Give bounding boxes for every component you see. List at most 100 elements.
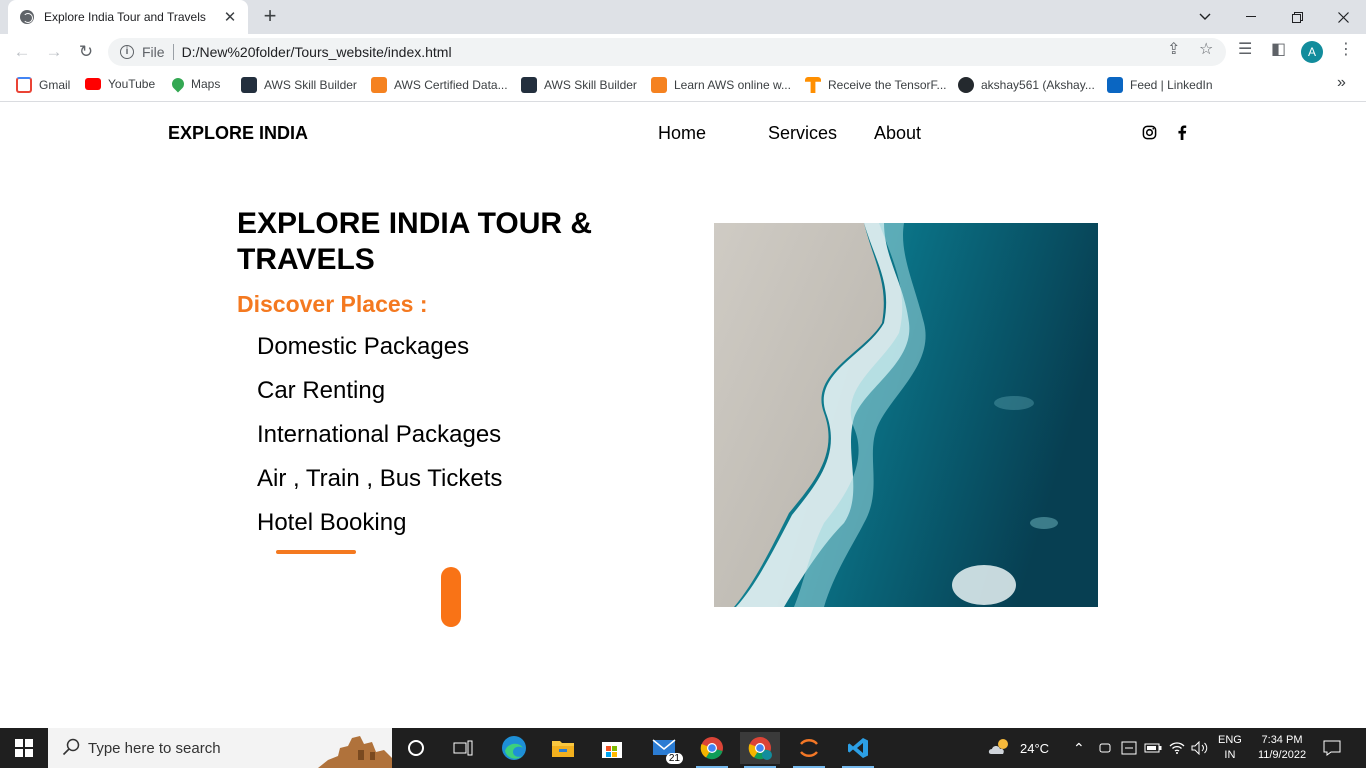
accent-pill	[441, 567, 461, 627]
bookmark-label: Receive the TensorF...	[828, 78, 947, 92]
tab-title: Explore India Tour and Travels	[44, 10, 206, 24]
hero-title: EXPLORE INDIA TOUR & TRAVELS	[237, 207, 593, 276]
clock-time: 7:34 PM	[1261, 734, 1303, 746]
language-indicator[interactable]: ENG IN	[1218, 728, 1242, 768]
profile-avatar[interactable]: A	[1301, 41, 1323, 63]
youtube-icon	[85, 78, 101, 90]
wifi-icon[interactable]	[1169, 728, 1185, 768]
mail-icon[interactable]: 21	[645, 732, 685, 764]
more-bookmarks-icon[interactable]: »	[1337, 74, 1346, 92]
tensorflow-icon	[805, 77, 821, 93]
cortana-icon[interactable]	[396, 732, 436, 764]
address-bar[interactable]: i File D:/New%20folder/Tours_website/ind…	[108, 38, 1226, 66]
menu-icon[interactable]: ⋮	[1338, 39, 1354, 59]
facebook-icon[interactable]	[1177, 125, 1187, 144]
url-divider	[172, 44, 174, 60]
instagram-icon[interactable]	[1142, 125, 1157, 144]
meet-icon[interactable]	[1098, 728, 1112, 768]
region-code: IN	[1224, 749, 1236, 761]
globe-icon	[20, 10, 34, 24]
site-brand[interactable]: EXPLORE INDIA	[168, 123, 308, 144]
weather-cloud-icon	[988, 738, 1012, 759]
weather-widget[interactable]: 24°C	[988, 728, 1049, 768]
jupyter-icon[interactable]	[789, 732, 829, 768]
back-icon[interactable]: ←	[10, 40, 34, 64]
service-domestic-packages[interactable]: Domestic Packages	[257, 333, 469, 361]
search-icon	[62, 738, 80, 760]
bookmark-label: Gmail	[39, 78, 71, 92]
share-icon[interactable]: ⇪	[1167, 39, 1180, 59]
service-car-renting[interactable]: Car Renting	[257, 377, 385, 405]
weather-temp: 24°C	[1020, 740, 1050, 756]
nav-services[interactable]: Services	[768, 123, 837, 144]
taskbar-search-input[interactable]: Type here to search	[48, 728, 392, 768]
bookmark-label: YouTube	[108, 77, 156, 91]
bookmark-aws-skill-builder[interactable]: AWS Skill Builder	[241, 77, 357, 93]
clock-date: 11/9/2022	[1257, 749, 1307, 761]
restore-button[interactable]	[1274, 0, 1320, 34]
edge-icon[interactable]	[494, 732, 534, 764]
reload-icon[interactable]: ↻	[74, 40, 98, 64]
close-window-button[interactable]	[1320, 0, 1366, 34]
volume-icon[interactable]	[1191, 728, 1209, 768]
bookmark-star-icon[interactable]: ☆	[1199, 39, 1213, 59]
maps-icon	[169, 75, 187, 93]
bookmark-maps[interactable]: Maps	[169, 75, 220, 93]
bookmark-aws-certified[interactable]: AWS Certified Data...	[371, 77, 508, 93]
aws-learn-icon	[651, 77, 667, 93]
bookmark-gmail[interactable]: Gmail	[16, 77, 70, 93]
battery-icon[interactable]	[1144, 728, 1162, 768]
bookmark-label: Feed | LinkedIn	[1130, 78, 1213, 92]
bookmark-label: Learn AWS online w...	[674, 78, 791, 92]
service-international-packages[interactable]: International Packages	[257, 421, 501, 449]
windows-taskbar: Type here to search 21 24°C ⌃ ENG IN 7:3…	[0, 728, 1366, 768]
search-highlight-image	[318, 730, 392, 768]
bookmark-aws-skill-builder-2[interactable]: AWS Skill Builder	[521, 77, 637, 93]
aws-cert-icon	[371, 77, 387, 93]
url-scheme: File	[142, 44, 165, 60]
web-page: EXPLORE INDIA Home Services About EXPLOR…	[0, 103, 1366, 728]
site-info-icon[interactable]: i	[120, 45, 134, 59]
side-panel-icon[interactable]: ◧	[1271, 39, 1286, 59]
task-view-icon[interactable]	[443, 732, 483, 764]
bookmark-github[interactable]: akshay561 (Akshay...	[958, 77, 1095, 93]
clock[interactable]: 7:34 PM 11/9/2022	[1256, 728, 1308, 768]
bookmark-label: AWS Skill Builder	[544, 78, 637, 92]
chrome-icon[interactable]	[692, 732, 732, 768]
chrome-profile-icon[interactable]	[740, 732, 780, 768]
nav-home[interactable]: Home	[658, 123, 706, 144]
tab-close-icon[interactable]: ✕	[222, 8, 238, 26]
service-tickets[interactable]: Air , Train , Bus Tickets	[257, 465, 502, 493]
show-hidden-icons-icon[interactable]: ⌃	[1073, 728, 1085, 768]
bookmark-tensorflow[interactable]: Receive the TensorF...	[805, 77, 947, 93]
forward-icon[interactable]: →	[42, 40, 66, 64]
bookmarks-bar: Gmail YouTube Maps AWS Skill Builder AWS…	[0, 70, 1366, 102]
search-placeholder: Type here to search	[88, 739, 221, 757]
browser-toolbar: ← → ↻ i File D:/New%20folder/Tours_websi…	[0, 34, 1366, 70]
tab-search-icon[interactable]	[1182, 0, 1228, 34]
new-tab-button[interactable]: +	[258, 5, 282, 29]
reading-list-icon[interactable]: ☰	[1238, 39, 1252, 59]
bookmark-linkedin[interactable]: Feed | LinkedIn	[1107, 77, 1213, 93]
file-explorer-icon[interactable]	[543, 732, 583, 764]
vscode-icon[interactable]	[838, 732, 878, 768]
bookmark-youtube[interactable]: YouTube	[85, 77, 155, 91]
windows-start-icon[interactable]	[0, 728, 48, 768]
bookmark-learn-aws[interactable]: Learn AWS online w...	[651, 77, 791, 93]
bookmark-label: AWS Skill Builder	[264, 78, 357, 92]
lang-code: ENG	[1218, 734, 1242, 746]
mail-badge: 21	[665, 753, 683, 764]
accent-underline	[276, 550, 356, 554]
url-text[interactable]: D:/New%20folder/Tours_website/index.html	[182, 44, 452, 60]
bookmark-label: akshay561 (Akshay...	[981, 78, 1095, 92]
bookmark-label: AWS Certified Data...	[394, 78, 508, 92]
browser-tab[interactable]: Explore India Tour and Travels ✕	[8, 0, 248, 34]
linkedin-icon	[1107, 77, 1123, 93]
minimize-button[interactable]	[1228, 0, 1274, 34]
nav-about[interactable]: About	[874, 123, 921, 144]
service-hotel-booking[interactable]: Hotel Booking	[257, 509, 406, 537]
microsoft-store-icon[interactable]	[592, 732, 632, 764]
notifications-icon[interactable]	[1323, 728, 1341, 768]
notification-app-icon[interactable]	[1121, 728, 1137, 768]
gmail-icon	[16, 77, 32, 93]
